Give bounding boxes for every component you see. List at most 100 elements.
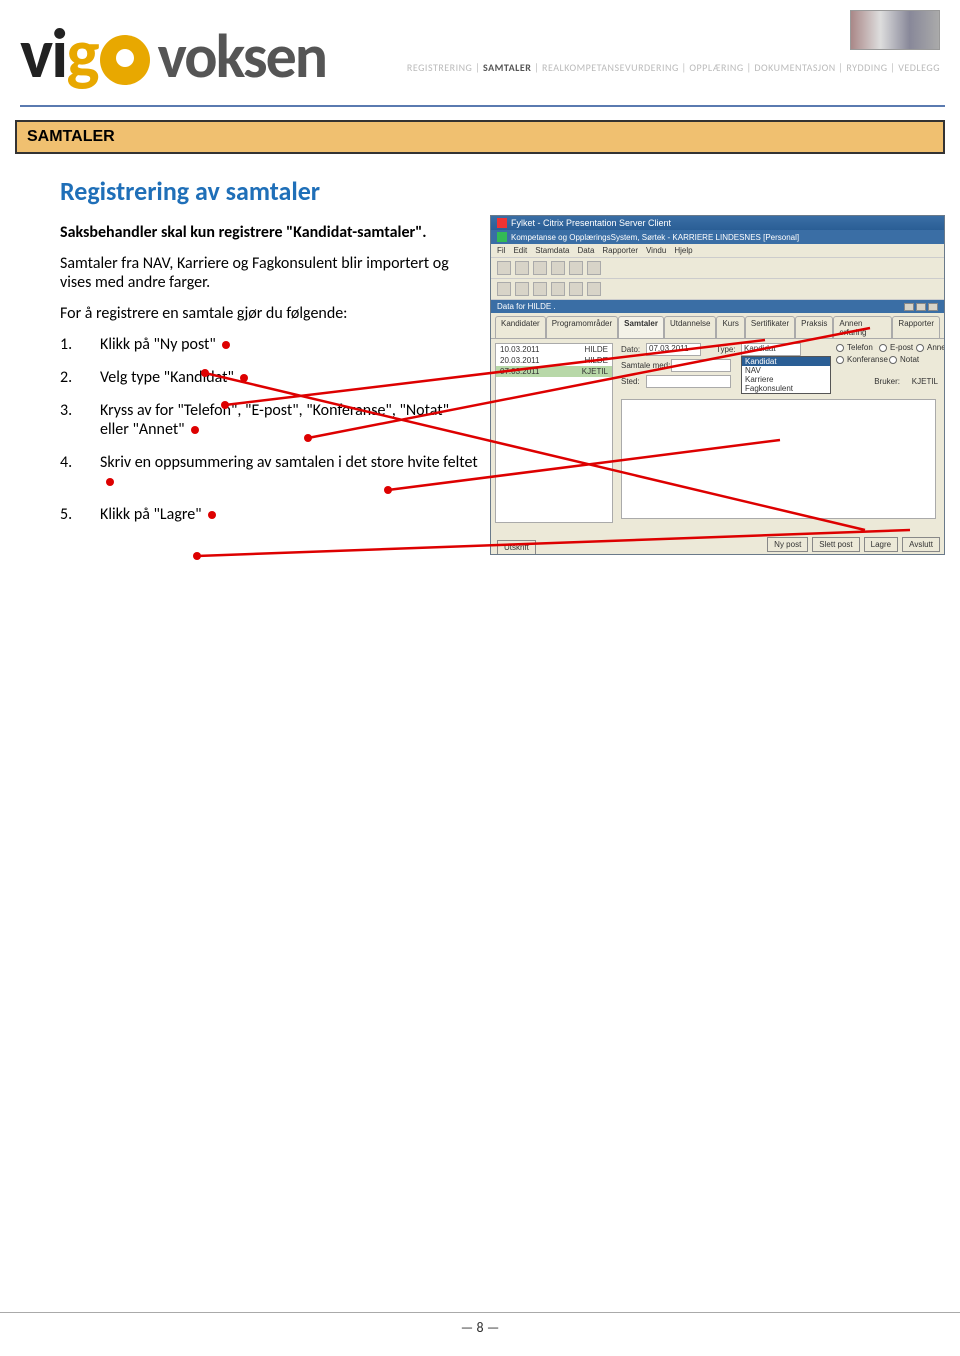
lagre-button[interactable]: Lagre xyxy=(864,537,898,552)
menu-item[interactable]: Hjelp xyxy=(674,246,692,255)
tab-praksis[interactable]: Praksis xyxy=(795,316,833,339)
list-row[interactable]: 20.03.2011HILDE xyxy=(496,355,612,366)
step-item: 4.Skriv en oppsummering av samtalen i de… xyxy=(60,453,480,491)
list-row[interactable]: 10.03.2011HILDE xyxy=(496,344,612,355)
tab-utdannelse[interactable]: Utdannelse xyxy=(664,316,716,339)
list-row[interactable]: 07.03.2011KJETIL xyxy=(496,366,612,377)
menu-item[interactable]: Edit xyxy=(513,246,527,255)
type-dropdown[interactable]: KandidatNAVKarriereFagkonsulent xyxy=(741,356,831,394)
type-label: Type: xyxy=(716,345,736,354)
step-item: 5.Klikk på "Lagre" xyxy=(60,505,480,524)
step-text: Velg type "Kandidat" xyxy=(100,368,248,387)
check-konferanse[interactable]: Konferanse xyxy=(836,355,888,364)
menu-item[interactable]: Rapporter xyxy=(602,246,638,255)
toolbar-button[interactable] xyxy=(533,261,547,275)
menu-item[interactable]: Fil xyxy=(497,246,505,255)
page-number: — 8 — xyxy=(0,1312,960,1336)
tab-annen erfaring[interactable]: Annen erfaring xyxy=(833,316,892,339)
tab-rapporter[interactable]: Rapporter xyxy=(892,316,940,339)
menu-item[interactable]: Stamdata xyxy=(535,246,569,255)
step-text: Klikk på "Ny post" xyxy=(100,335,230,354)
maximize-icon[interactable] xyxy=(916,303,926,311)
samtale-med-field[interactable] xyxy=(671,359,731,372)
dato-field[interactable]: 07.03.2011 xyxy=(646,343,701,356)
samtale-list[interactable]: 10.03.2011HILDE20.03.2011HILDE07.03.2011… xyxy=(495,343,613,523)
tab-kandidater[interactable]: Kandidater xyxy=(495,316,546,339)
check-annet[interactable]: Annet xyxy=(916,343,945,352)
slett-post-button[interactable]: Slett post xyxy=(812,537,859,552)
step-item: 2. Velg type "Kandidat" xyxy=(60,368,480,387)
breadcrumb-item: DOKUMENTASJON xyxy=(754,61,835,74)
tab-samtaler[interactable]: Samtaler xyxy=(618,316,664,339)
menubar[interactable]: Fil Edit Stamdata Data Rapporter Vindu Hjelp xyxy=(491,244,944,258)
toolbar-button[interactable] xyxy=(569,261,583,275)
toolbar-button[interactable] xyxy=(551,282,565,296)
breadcrumb-item: REGISTRERING xyxy=(407,61,472,74)
callout-dot-icon xyxy=(208,511,216,519)
toolbar-button[interactable] xyxy=(515,261,529,275)
close-icon[interactable] xyxy=(928,303,938,311)
sted-field[interactable] xyxy=(646,375,731,388)
toolbar-1[interactable] xyxy=(491,258,944,279)
check-epost[interactable]: E-post xyxy=(879,343,913,352)
page-title: Registrering av samtaler xyxy=(60,175,940,207)
breadcrumb-item: OPPLÆRING xyxy=(689,61,743,74)
avslutt-button[interactable]: Avslutt xyxy=(902,537,940,552)
tab-sertifikater[interactable]: Sertifikater xyxy=(745,316,795,339)
toolbar-button[interactable] xyxy=(587,282,601,296)
dato-label: Dato: xyxy=(621,345,640,354)
check-telefon[interactable]: Telefon xyxy=(836,343,873,352)
type-field[interactable]: Kandidat xyxy=(741,343,801,356)
intro-paragraph-3: For å registrere en samtale gjør du følg… xyxy=(60,304,480,323)
callout-dot-icon xyxy=(240,374,248,382)
bruker-label: Bruker: xyxy=(874,377,900,386)
step-text: Kryss av for "Telefon", "E-post", "Konfe… xyxy=(100,401,480,439)
tab-programområder[interactable]: Programområder xyxy=(546,316,618,339)
intro-paragraph-2: Samtaler fra NAV, Karriere og Fagkonsule… xyxy=(60,254,480,292)
dropdown-option[interactable]: Karriere xyxy=(742,375,830,384)
dropdown-option[interactable]: Kandidat xyxy=(742,357,830,366)
notes-textarea[interactable] xyxy=(621,399,936,519)
utskrift-button[interactable]: Utskrift xyxy=(497,540,536,555)
data-header-bar: Data for HILDE . xyxy=(491,300,944,313)
step-item: 3.Kryss av for "Telefon", "E-post", "Kon… xyxy=(60,401,480,439)
toolbar-button[interactable] xyxy=(515,282,529,296)
breadcrumb-item: REALKOMPETANSEVURDERING xyxy=(542,61,679,74)
breadcrumb-item: RYDDING xyxy=(846,61,887,74)
dropdown-option[interactable]: Fagkonsulent xyxy=(742,384,830,393)
toolbar-button[interactable] xyxy=(497,282,511,296)
breadcrumb: REGISTRERING | SAMTALER | REALKOMPETANSE… xyxy=(407,61,940,74)
intro-paragraph-1: Saksbehandler skal kun registrere "Kandi… xyxy=(60,223,480,242)
callout-dot-icon xyxy=(222,341,230,349)
step-number: 2. xyxy=(60,368,78,387)
dropdown-option[interactable]: NAV xyxy=(742,366,830,375)
form-area: 10.03.2011HILDE20.03.2011HILDE07.03.2011… xyxy=(491,338,944,555)
logo-suffix: voksen xyxy=(158,18,327,94)
step-number: 4. xyxy=(60,453,78,491)
menu-item[interactable]: Vindu xyxy=(646,246,666,255)
toolbar-button[interactable] xyxy=(551,261,565,275)
toolbar-button[interactable] xyxy=(587,261,601,275)
toolbar-button[interactable] xyxy=(569,282,583,296)
tab-kurs[interactable]: Kurs xyxy=(716,316,744,339)
step-number: 1. xyxy=(60,335,78,354)
minimize-icon[interactable] xyxy=(904,303,914,311)
window-controls[interactable] xyxy=(904,303,938,311)
toolbar-button[interactable] xyxy=(497,261,511,275)
toolbar-button[interactable] xyxy=(533,282,547,296)
sted-label: Sted: xyxy=(621,377,640,386)
bottom-left-buttons: Utskrift xyxy=(497,543,536,552)
toolbar-2[interactable] xyxy=(491,279,944,300)
samtale-med-label: Samtale med: xyxy=(621,361,670,370)
header-right: REGISTRERING | SAMTALER | REALKOMPETANSE… xyxy=(407,10,940,74)
logo-prefix: vi xyxy=(20,10,66,96)
callout-dot-icon xyxy=(191,426,199,434)
section-title-bar: SAMTALER xyxy=(15,120,945,154)
check-notat[interactable]: Notat xyxy=(889,355,919,364)
tab-strip[interactable]: KandidaterProgramområderSamtalerUtdannel… xyxy=(491,313,944,338)
step-number: 5. xyxy=(60,505,78,524)
menu-item[interactable]: Data xyxy=(578,246,595,255)
ny-post-button[interactable]: Ny post xyxy=(767,537,808,552)
bruker-value: KJETIL xyxy=(912,377,938,386)
app-icon xyxy=(497,232,507,242)
